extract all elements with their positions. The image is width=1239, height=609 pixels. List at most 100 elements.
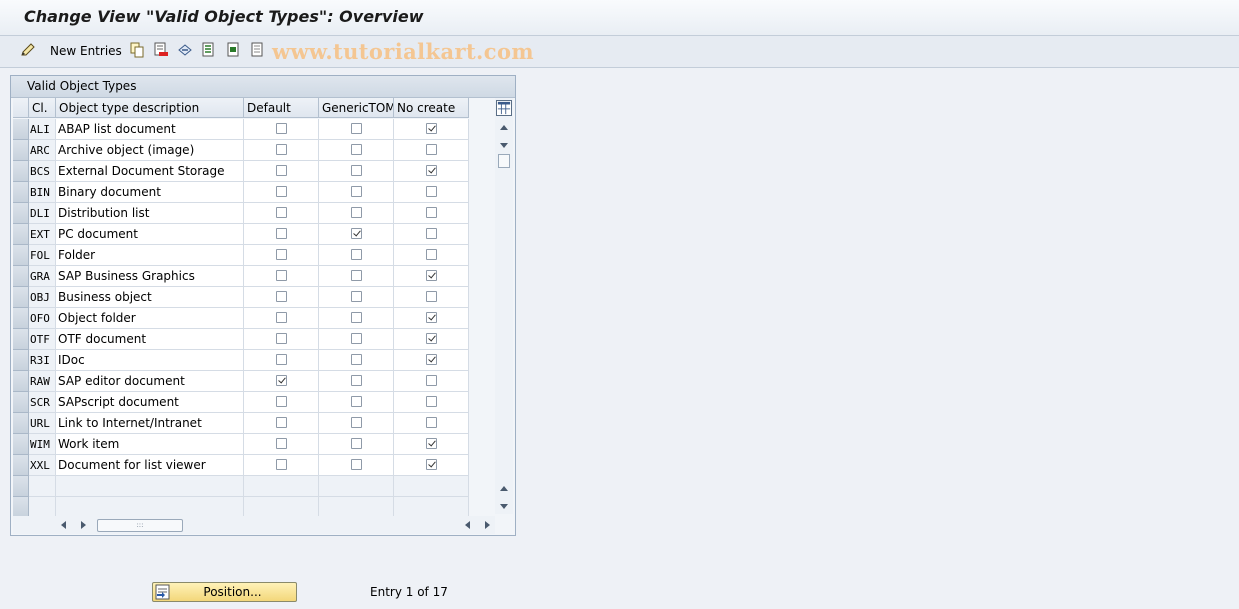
row-selector[interactable] <box>13 287 29 308</box>
undo-icon[interactable] <box>177 42 193 58</box>
no-create-checkbox[interactable] <box>426 354 437 365</box>
cell-description[interactable]: Archive object (image) <box>56 140 244 161</box>
default-checkbox[interactable] <box>276 165 287 176</box>
scroll-up-icon[interactable] <box>500 125 508 130</box>
cell-description[interactable]: SAPscript document <box>56 392 244 413</box>
default-checkbox[interactable] <box>276 228 287 239</box>
column-header-description[interactable]: Object type description <box>56 98 244 118</box>
generictom-checkbox[interactable] <box>351 417 362 428</box>
row-selector[interactable] <box>13 161 29 182</box>
scroll-down-icon[interactable] <box>500 143 508 148</box>
cell-description[interactable]: OTF document <box>56 329 244 350</box>
generictom-checkbox[interactable] <box>351 459 362 470</box>
page-down-icon[interactable] <box>500 504 508 509</box>
row-selector[interactable] <box>13 476 29 497</box>
column-header-default[interactable]: Default <box>244 98 319 118</box>
generictom-checkbox[interactable] <box>351 249 362 260</box>
row-selector[interactable] <box>13 371 29 392</box>
scroll-right-icon[interactable] <box>81 521 86 529</box>
column-header-no-create[interactable]: No create <box>394 98 469 118</box>
cell-class-code[interactable]: R3I <box>29 350 56 371</box>
row-selector[interactable] <box>13 140 29 161</box>
no-create-checkbox[interactable] <box>426 270 437 281</box>
cell-description[interactable]: Folder <box>56 245 244 266</box>
deselect-all-icon[interactable] <box>250 42 266 58</box>
generictom-checkbox[interactable] <box>351 186 362 197</box>
cell-description[interactable]: Link to Internet/Intranet <box>56 413 244 434</box>
default-checkbox[interactable] <box>276 207 287 218</box>
default-checkbox[interactable] <box>276 270 287 281</box>
generictom-checkbox[interactable] <box>351 438 362 449</box>
default-checkbox[interactable] <box>276 333 287 344</box>
default-checkbox[interactable] <box>276 417 287 428</box>
no-create-checkbox[interactable] <box>426 417 437 428</box>
horizontal-scroll-thumb[interactable]: ::: <box>97 519 183 532</box>
cell-description[interactable]: ABAP list document <box>56 119 244 140</box>
row-selector[interactable] <box>13 350 29 371</box>
default-checkbox[interactable] <box>276 144 287 155</box>
cell-class-code[interactable]: DLI <box>29 203 56 224</box>
default-checkbox[interactable] <box>276 123 287 134</box>
delete-icon[interactable] <box>153 42 169 58</box>
scroll-far-left-icon[interactable] <box>465 521 470 529</box>
cell-class-code[interactable]: ALI <box>29 119 56 140</box>
scroll-far-right-icon[interactable] <box>485 521 490 529</box>
select-all-rows-header[interactable] <box>13 98 29 118</box>
select-all-icon[interactable] <box>201 42 217 58</box>
column-settings-icon[interactable] <box>496 100 512 116</box>
new-entries-button[interactable]: New Entries <box>50 44 122 58</box>
generictom-checkbox[interactable] <box>351 375 362 386</box>
cell-description[interactable]: PC document <box>56 224 244 245</box>
cell-description[interactable]: Work item <box>56 434 244 455</box>
page-up-icon[interactable] <box>500 486 508 491</box>
generictom-checkbox[interactable] <box>351 396 362 407</box>
generictom-checkbox[interactable] <box>351 228 362 239</box>
cell-description[interactable]: SAP Business Graphics <box>56 266 244 287</box>
no-create-checkbox[interactable] <box>426 333 437 344</box>
cell-class-code[interactable]: XXL <box>29 455 56 476</box>
cell-class-code[interactable]: BCS <box>29 161 56 182</box>
row-selector[interactable] <box>13 329 29 350</box>
generictom-checkbox[interactable] <box>351 165 362 176</box>
vertical-scroll-thumb[interactable] <box>498 154 510 168</box>
cell-description[interactable]: IDoc <box>56 350 244 371</box>
edit-display-icon[interactable] <box>20 42 36 58</box>
no-create-checkbox[interactable] <box>426 165 437 176</box>
cell-class-code[interactable]: URL <box>29 413 56 434</box>
row-selector[interactable] <box>13 308 29 329</box>
no-create-checkbox[interactable] <box>426 123 437 134</box>
no-create-checkbox[interactable] <box>426 459 437 470</box>
select-block-icon[interactable] <box>226 42 242 58</box>
column-header-cl[interactable]: Cl. <box>29 98 56 118</box>
row-selector[interactable] <box>13 119 29 140</box>
default-checkbox[interactable] <box>276 438 287 449</box>
row-selector[interactable] <box>13 455 29 476</box>
generictom-checkbox[interactable] <box>351 333 362 344</box>
row-selector[interactable] <box>13 392 29 413</box>
generictom-checkbox[interactable] <box>351 123 362 134</box>
no-create-checkbox[interactable] <box>426 207 437 218</box>
cell-class-code[interactable]: ARC <box>29 140 56 161</box>
row-selector[interactable] <box>13 266 29 287</box>
cell-class-code[interactable]: BIN <box>29 182 56 203</box>
row-selector[interactable] <box>13 497 29 518</box>
no-create-checkbox[interactable] <box>426 291 437 302</box>
no-create-checkbox[interactable] <box>426 144 437 155</box>
row-selector[interactable] <box>13 413 29 434</box>
cell-description[interactable]: SAP editor document <box>56 371 244 392</box>
horizontal-scrollbar[interactable]: ::: <box>13 516 495 534</box>
no-create-checkbox[interactable] <box>426 375 437 386</box>
cell-class-code[interactable]: GRA <box>29 266 56 287</box>
cell-class-code[interactable]: OTF <box>29 329 56 350</box>
generictom-checkbox[interactable] <box>351 144 362 155</box>
default-checkbox[interactable] <box>276 186 287 197</box>
default-checkbox[interactable] <box>276 396 287 407</box>
cell-description[interactable]: External Document Storage <box>56 161 244 182</box>
cell-class-code[interactable]: EXT <box>29 224 56 245</box>
no-create-checkbox[interactable] <box>426 438 437 449</box>
no-create-checkbox[interactable] <box>426 396 437 407</box>
cell-description[interactable]: Object folder <box>56 308 244 329</box>
generictom-checkbox[interactable] <box>351 291 362 302</box>
position-button[interactable]: Position... <box>152 582 297 602</box>
row-selector[interactable] <box>13 224 29 245</box>
